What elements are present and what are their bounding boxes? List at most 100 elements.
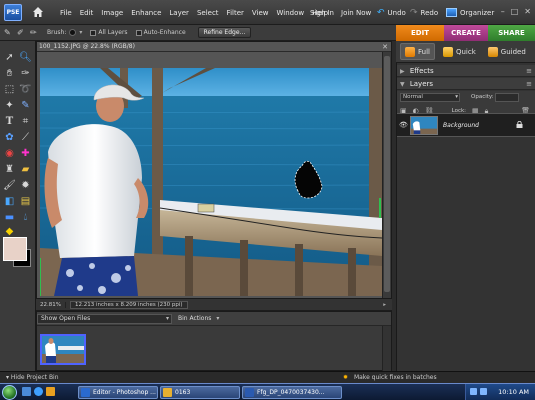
tab-create[interactable]: CREATE — [444, 25, 488, 41]
shape-tool-icon[interactable]: ▬ — [3, 211, 16, 224]
type-tool-icon[interactable]: T — [3, 115, 16, 128]
tab-edit[interactable]: EDIT — [396, 25, 444, 41]
join-now-link[interactable]: Join Now — [341, 9, 371, 17]
start-button[interactable] — [2, 385, 17, 400]
zoom-tool-icon[interactable]: 🔍︎ — [19, 51, 32, 64]
subtab-full[interactable]: Full — [400, 43, 435, 60]
document-title[interactable]: 100_1152.JPG @ 22.8% (RGB/8) ✕ — [37, 42, 391, 52]
foreground-color-swatch[interactable] — [3, 237, 27, 261]
windows-taskbar: Editor - Photoshop ... 0163 Ffg_DP_04700… — [0, 383, 535, 400]
layer-visibility-eye-icon[interactable]: 👁︎ — [399, 121, 408, 129]
tip-link[interactable]: ✹ Make quick fixes in batches — [343, 374, 437, 381]
quick-launch-folder-icon[interactable] — [46, 387, 55, 396]
menu-window[interactable]: Window — [277, 9, 305, 17]
effects-panel-header[interactable]: ▶ Effects ≡ — [397, 65, 535, 77]
maximize-icon[interactable]: □ — [511, 7, 519, 16]
layer-row-background[interactable]: 👁︎ Background — [397, 113, 535, 137]
menu-enhance[interactable]: Enhance — [131, 9, 161, 17]
tab-share[interactable]: SHARE — [488, 25, 535, 41]
magic-wand-tool-icon[interactable]: ✦ — [3, 99, 16, 112]
layers-panel-menu-icon[interactable]: ≡ — [526, 78, 532, 90]
menu-filter[interactable]: Filter — [227, 9, 244, 17]
zoom-level[interactable]: 22.81% — [36, 301, 66, 308]
redo-button[interactable]: ↷ Redo — [410, 0, 438, 25]
cookie-cutter-tool-icon[interactable]: ✿ — [3, 131, 16, 144]
tray-network-icon[interactable] — [470, 388, 477, 395]
organizer-button[interactable]: Organizer — [446, 0, 494, 25]
layers-panel-header[interactable]: ▼ Layers ≡ — [397, 78, 535, 90]
subtab-guided[interactable]: Guided — [484, 43, 530, 60]
home-icon[interactable] — [32, 6, 44, 18]
canvas-vertical-scrollbar[interactable] — [382, 52, 391, 298]
app-logo[interactable]: PSE — [4, 4, 22, 21]
subtab-quick-label: Quick — [455, 47, 476, 56]
brush-add-icon[interactable]: ✎ — [4, 28, 13, 37]
all-layers-checkbox[interactable] — [90, 29, 97, 36]
project-bin-thumbnail[interactable] — [40, 334, 86, 365]
sign-in-link[interactable]: Sign In — [310, 9, 334, 17]
hand-tool-icon[interactable]: ✋︎ — [3, 67, 16, 80]
taskbar-button-photoshop[interactable]: Editor - Photoshop ... — [78, 386, 158, 399]
clock[interactable]: 10:10 AM — [498, 388, 529, 396]
hide-project-bin-toggle[interactable]: ▾ Hide Project Bin — [6, 374, 59, 381]
brush-subtract-icon[interactable]: ✐ — [17, 28, 26, 37]
paint-bucket-tool-icon[interactable]: ◧ — [3, 195, 16, 208]
redo-icon: ↷ — [410, 7, 418, 18]
taskbar-button-folder[interactable]: 0163 — [160, 386, 240, 399]
hide-project-bin-label: Hide Project Bin — [10, 374, 59, 381]
menu-file[interactable]: File — [60, 9, 72, 17]
quick-launch-desktop-icon[interactable] — [22, 387, 31, 396]
layer-lock-icon — [516, 121, 523, 128]
blend-mode-select[interactable]: Normal ▾ — [400, 93, 460, 102]
close-document-icon[interactable]: ✕ — [382, 42, 388, 52]
crop-tool-icon[interactable]: ⌗ — [19, 115, 32, 128]
brush-preset-picker[interactable] — [69, 29, 77, 36]
opacity-field[interactable] — [495, 93, 519, 102]
bin-actions-menu[interactable]: Bin Actions ▾ — [178, 315, 219, 322]
menu-view[interactable]: View — [252, 9, 269, 17]
close-window-icon[interactable]: ✕ — [524, 7, 531, 16]
menu-select[interactable]: Select — [197, 9, 219, 17]
refine-edge-button[interactable]: Refine Edge... — [197, 27, 252, 38]
quick-selection-tool-icon[interactable]: ✎ — [19, 99, 32, 112]
organizer-label: Organizer — [460, 8, 495, 17]
brush-tool-icon[interactable]: 🖌︎ — [3, 179, 16, 192]
canvas-scroll-thumb[interactable] — [384, 56, 390, 292]
menu-image[interactable]: Image — [101, 9, 123, 17]
taskbar-button-folder-label: 0163 — [175, 389, 191, 396]
redo-label: Redo — [420, 8, 439, 17]
red-eye-tool-icon[interactable]: ◉ — [3, 147, 16, 160]
menu-edit[interactable]: Edit — [80, 9, 94, 17]
status-menu-icon[interactable]: ▸ — [383, 302, 386, 308]
smart-brush-tool-icon[interactable]: ✹ — [19, 179, 32, 192]
photo-canvas[interactable] — [40, 68, 382, 296]
marquee-tool-icon[interactable]: ⬚ — [3, 83, 16, 96]
straighten-tool-icon[interactable]: ⟋ — [19, 131, 32, 144]
eyedropper-tool-icon[interactable]: ✑ — [19, 67, 32, 80]
effects-panel-menu-icon[interactable]: ≡ — [526, 65, 532, 77]
subtab-quick[interactable]: Quick — [439, 43, 480, 60]
tray-volume-icon[interactable] — [480, 388, 487, 395]
taskbar-button-document[interactable]: Ffg_DP_0470037430... — [242, 386, 342, 399]
undo-icon: ↶ — [377, 7, 385, 18]
quick-launch-browser-icon[interactable] — [34, 387, 43, 396]
move-tool-icon[interactable]: ➚ — [3, 51, 16, 64]
minimize-icon[interactable]: – — [501, 7, 505, 16]
eraser-tool-icon[interactable]: ▰ — [19, 163, 32, 176]
brush-intersect-icon[interactable]: ✏ — [30, 28, 39, 37]
auto-enhance-label: Auto-Enhance — [143, 29, 186, 36]
project-bin-scrollbar[interactable] — [382, 326, 391, 371]
blend-mode-value: Normal — [403, 94, 423, 100]
lasso-tool-icon[interactable]: ➰ — [19, 83, 32, 96]
healing-brush-tool-icon[interactable]: ✚ — [19, 147, 32, 160]
clone-stamp-tool-icon[interactable]: ♜ — [3, 163, 16, 176]
brush-dropdown-icon[interactable]: ▾ — [79, 29, 82, 36]
canvas-area[interactable] — [37, 52, 383, 298]
show-files-select[interactable]: Show Open Files ▾ — [37, 314, 172, 324]
word-document-icon — [245, 388, 254, 397]
gradient-tool-icon[interactable]: ▤ — [19, 195, 32, 208]
undo-button[interactable]: ↶ Undo — [377, 0, 406, 25]
auto-enhance-checkbox[interactable] — [135, 29, 142, 36]
blur-tool-icon[interactable]: 💧︎ — [19, 211, 32, 224]
menu-layer[interactable]: Layer — [169, 9, 189, 17]
